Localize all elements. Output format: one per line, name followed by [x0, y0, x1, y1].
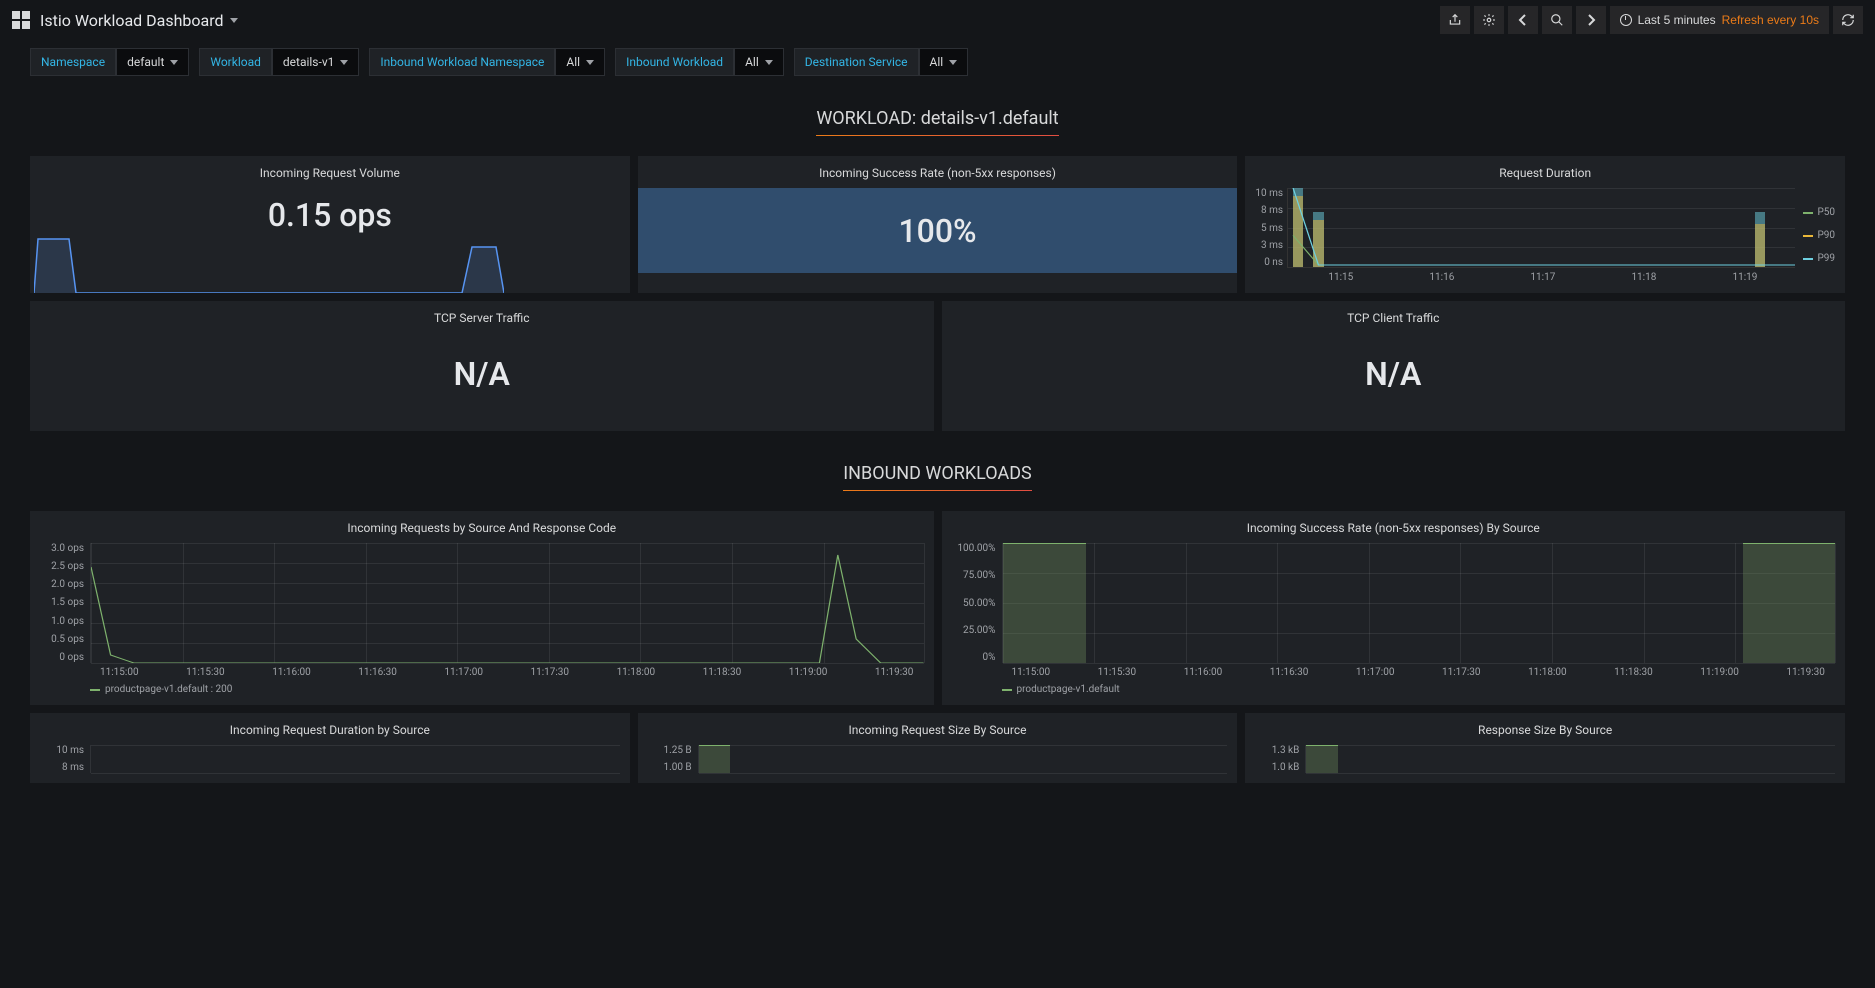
gear-icon	[1482, 13, 1496, 27]
filter-value-workload[interactable]: details-v1	[272, 48, 360, 76]
graph-plot	[90, 745, 620, 773]
time-picker-button[interactable]: Last 5 minutes Refresh every 10s	[1610, 6, 1829, 34]
template-variables-bar: Namespace default Workload details-v1 In…	[0, 40, 1875, 84]
panels-row-2: TCP Server Traffic N/A TCP Client Traffi…	[0, 301, 1875, 439]
filter-namespace: Namespace default	[30, 48, 189, 76]
chevron-right-icon	[1586, 13, 1596, 27]
section-title: INBOUND WORKLOADS	[843, 463, 1031, 491]
panel-incoming-request-size[interactable]: Incoming Request Size By Source 1.25 B 1…	[638, 713, 1238, 783]
refresh-icon	[1841, 13, 1855, 27]
section-header-workload: WORKLOAD: details-v1.default	[0, 108, 1875, 136]
chart-yaxis: 10 ms 8 ms 5 ms 3 ms 0 ns	[1255, 188, 1287, 268]
time-range-label: Last 5 minutes	[1638, 13, 1716, 27]
section-header-inbound: INBOUND WORKLOADS	[0, 463, 1875, 491]
panel-title: TCP Client Traffic	[952, 311, 1836, 325]
panels-row-1: Incoming Request Volume 0.15 ops Incomin…	[0, 156, 1875, 301]
filter-inbound-workload: Inbound Workload All	[615, 48, 784, 76]
caret-down-icon	[949, 60, 957, 65]
panel-title: Incoming Success Rate (non-5xx responses…	[648, 166, 1228, 180]
next-button[interactable]	[1576, 6, 1606, 34]
filter-destination-service: Destination Service All	[794, 48, 968, 76]
graph-yaxis: 1.3 kB 1.0 kB	[1255, 745, 1305, 773]
stat-value: N/A	[952, 355, 1836, 393]
panel-incoming-requests-by-source[interactable]: Incoming Requests by Source And Response…	[30, 511, 934, 705]
graph-legend: productpage-v1.default : 200	[90, 684, 924, 695]
filter-inbound-namespace: Inbound Workload Namespace All	[369, 48, 605, 76]
panels-row-3: Incoming Requests by Source And Response…	[0, 511, 1875, 713]
success-bar: 100%	[638, 188, 1238, 273]
panel-title: TCP Server Traffic	[40, 311, 924, 325]
stat-value: N/A	[40, 355, 924, 393]
graph-plot	[1002, 543, 1836, 663]
panel-incoming-success-rate[interactable]: Incoming Success Rate (non-5xx responses…	[638, 156, 1238, 293]
panel-incoming-duration-by-source[interactable]: Incoming Request Duration by Source 10 m…	[30, 713, 630, 783]
dashboard-title: Istio Workload Dashboard	[40, 11, 224, 30]
zoom-button[interactable]	[1542, 6, 1572, 34]
share-icon	[1448, 13, 1462, 27]
filter-value-destination-service[interactable]: All	[919, 48, 969, 76]
filter-label: Workload	[199, 48, 272, 76]
chart-xaxis: 11:15 11:16 11:17 11:18 11:19	[1290, 272, 1795, 283]
filter-workload: Workload details-v1	[199, 48, 359, 76]
caret-down-icon	[340, 60, 348, 65]
dashboard-grid-icon[interactable]	[12, 11, 30, 29]
panel-incoming-success-by-source[interactable]: Incoming Success Rate (non-5xx responses…	[942, 511, 1846, 705]
panel-incoming-request-volume[interactable]: Incoming Request Volume 0.15 ops	[30, 156, 630, 293]
section-title: WORKLOAD: details-v1.default	[816, 108, 1058, 136]
panel-request-duration[interactable]: Request Duration 10 ms 8 ms 5 ms 3 ms 0 …	[1245, 156, 1845, 293]
panel-title: Incoming Request Duration by Source	[40, 723, 620, 737]
panel-tcp-server-traffic[interactable]: TCP Server Traffic N/A	[30, 301, 934, 431]
settings-button[interactable]	[1474, 6, 1504, 34]
panels-row-4: Incoming Request Duration by Source 10 m…	[0, 713, 1875, 791]
caret-down-icon	[170, 60, 178, 65]
zoom-out-icon	[1550, 13, 1564, 27]
graph-xaxis: 11:15:00 11:15:30 11:16:00 11:16:30 11:1…	[90, 667, 924, 678]
panel-title: Request Duration	[1255, 166, 1835, 180]
caret-down-icon	[586, 60, 594, 65]
caret-down-icon	[765, 60, 773, 65]
graph-plot	[1305, 745, 1835, 773]
filter-label: Inbound Workload Namespace	[369, 48, 555, 76]
graph-legend: productpage-v1.default	[1002, 684, 1836, 695]
panel-tcp-client-traffic[interactable]: TCP Client Traffic N/A	[942, 301, 1846, 431]
filter-value-namespace[interactable]: default	[116, 48, 189, 76]
graph-yaxis: 10 ms 8 ms	[40, 745, 90, 773]
topbar-right: Last 5 minutes Refresh every 10s	[1440, 6, 1863, 34]
filter-label: Destination Service	[794, 48, 919, 76]
topbar: Istio Workload Dashboard Last 5 minutes …	[0, 0, 1875, 40]
prev-button[interactable]	[1508, 6, 1538, 34]
filter-label: Namespace	[30, 48, 116, 76]
refresh-interval-label: Refresh every 10s	[1722, 13, 1819, 27]
chart-legend: P50 P90 P99	[1795, 188, 1835, 283]
stat-value: 0.15 ops	[40, 196, 620, 234]
share-button[interactable]	[1440, 6, 1470, 34]
filter-label: Inbound Workload	[615, 48, 734, 76]
graph-yaxis: 1.25 B 1.00 B	[648, 745, 698, 773]
filter-value-inbound-namespace[interactable]: All	[555, 48, 605, 76]
graph-yaxis: 100.00% 75.00% 50.00% 25.00% 0%	[952, 543, 1002, 663]
panel-title: Response Size By Source	[1255, 723, 1835, 737]
refresh-button[interactable]	[1833, 6, 1863, 34]
panel-title: Incoming Request Size By Source	[648, 723, 1228, 737]
sparkline	[34, 233, 504, 293]
topbar-left: Istio Workload Dashboard	[12, 11, 238, 30]
dashboard-title-dropdown[interactable]: Istio Workload Dashboard	[40, 11, 238, 30]
panel-title: Incoming Success Rate (non-5xx responses…	[952, 521, 1836, 535]
chevron-left-icon	[1518, 13, 1528, 27]
panel-response-size[interactable]: Response Size By Source 1.3 kB 1.0 kB	[1245, 713, 1845, 783]
graph-plot	[698, 745, 1228, 773]
clock-icon	[1620, 14, 1632, 26]
chart-plot	[1287, 188, 1795, 268]
graph-plot	[90, 543, 924, 663]
panel-title: Incoming Request Volume	[40, 166, 620, 180]
graph-xaxis: 11:15:00 11:15:30 11:16:00 11:16:30 11:1…	[1002, 667, 1836, 678]
filter-value-inbound-workload[interactable]: All	[734, 48, 784, 76]
graph-yaxis: 3.0 ops 2.5 ops 2.0 ops 1.5 ops 1.0 ops …	[40, 543, 90, 663]
caret-down-icon	[230, 18, 238, 23]
stat-value: 100%	[898, 212, 976, 250]
panel-title: Incoming Requests by Source And Response…	[40, 521, 924, 535]
